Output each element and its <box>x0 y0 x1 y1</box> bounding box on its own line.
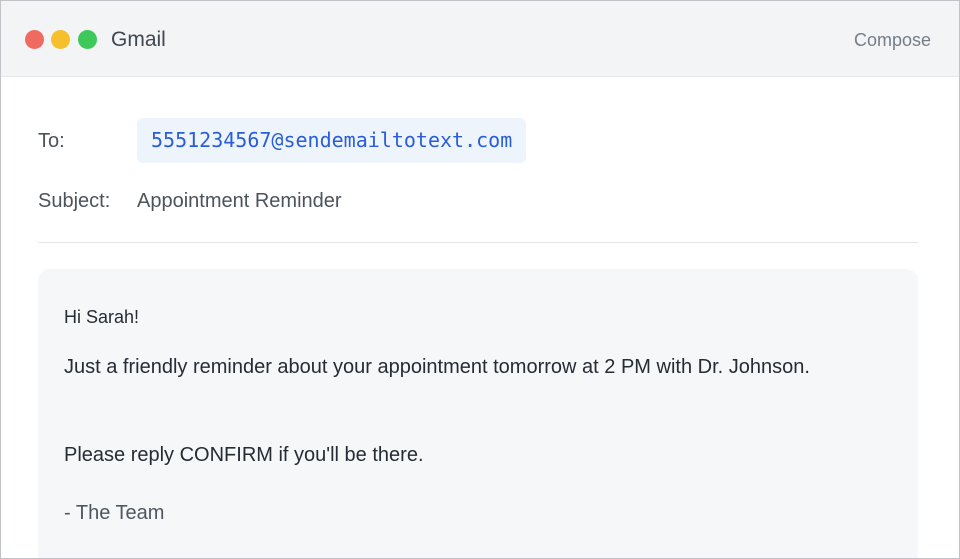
app-title: Gmail <box>111 28 166 51</box>
close-window-button[interactable] <box>25 30 44 49</box>
message-paragraph-1: Just a friendly reminder about your appo… <box>64 356 810 378</box>
message-signoff: - The Team <box>64 502 165 524</box>
mail-window: Gmail Compose To: 5551234567@sendemailto… <box>0 0 960 559</box>
minimize-window-button[interactable] <box>51 30 70 49</box>
header-divider <box>38 242 918 243</box>
subject-label: Subject: <box>38 190 111 212</box>
subject-value[interactable]: Appointment Reminder <box>137 189 342 213</box>
to-label: To: <box>38 130 65 152</box>
message-body[interactable] <box>38 269 918 558</box>
recipient-address[interactable]: 5551234567@sendemailtotext.com <box>137 118 527 163</box>
zoom-window-button[interactable] <box>78 30 97 49</box>
message-greeting: Hi Sarah! <box>64 307 140 327</box>
message-paragraph-2: Please reply CONFIRM if you'll be there. <box>64 444 424 466</box>
compose-button[interactable]: Compose <box>854 29 931 51</box>
title-bar: Gmail Compose <box>1 1 959 77</box>
